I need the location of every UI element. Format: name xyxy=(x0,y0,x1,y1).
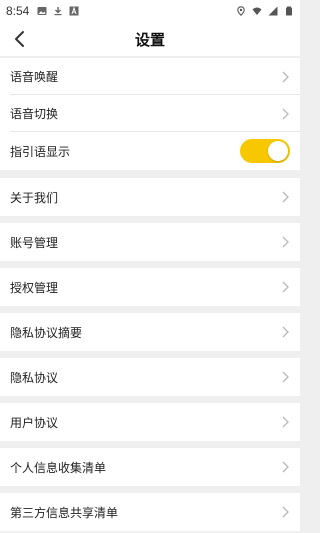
setting-voice-switch[interactable]: 语音切换 xyxy=(0,95,300,132)
setting-label: 隐私协议摘要 xyxy=(10,325,83,340)
image-icon xyxy=(37,7,47,15)
setting-label: 语音唤醒 xyxy=(10,70,59,84)
download-icon xyxy=(54,7,62,16)
setting-label: 指引语显示 xyxy=(10,144,71,159)
setting-label: 用户协议 xyxy=(10,415,59,430)
setting-authorization[interactable]: 授权管理 xyxy=(0,268,300,306)
setting-voice-wake[interactable]: 语音唤醒 xyxy=(0,58,300,95)
chevron-left-icon xyxy=(15,31,24,47)
a-badge-icon xyxy=(69,6,79,16)
status-bar: 8:54 xyxy=(0,0,300,22)
setting-account[interactable]: 账号管理 xyxy=(0,223,300,261)
toggle-knob xyxy=(268,141,288,161)
setting-label: 授权管理 xyxy=(10,280,59,295)
setting-label: 账号管理 xyxy=(10,235,59,250)
chevron-right-icon xyxy=(280,460,290,474)
chevron-right-icon xyxy=(280,70,290,84)
chevron-right-icon xyxy=(280,190,290,204)
setting-about[interactable]: 关于我们 xyxy=(0,178,300,216)
setting-label: 隐私协议 xyxy=(10,370,59,385)
setting-label: 关于我们 xyxy=(10,190,59,205)
back-button[interactable] xyxy=(8,27,32,51)
setting-third-party-list[interactable]: 第三方信息共享清单 xyxy=(0,493,300,531)
chevron-right-icon xyxy=(280,280,290,294)
signal-icon xyxy=(268,6,278,16)
chevron-right-icon xyxy=(280,235,290,249)
setting-guide-display: 指引语显示 xyxy=(0,132,300,170)
status-time: 8:54 xyxy=(6,4,30,18)
location-icon xyxy=(237,6,245,16)
wifi-icon xyxy=(252,7,262,15)
setting-label: 第三方信息共享清单 xyxy=(10,505,119,520)
setting-personal-info-list[interactable]: 个人信息收集清单 xyxy=(0,448,300,486)
setting-privacy[interactable]: 隐私协议 xyxy=(0,358,300,396)
chevron-right-icon xyxy=(280,370,290,384)
chevron-right-icon xyxy=(280,505,290,519)
battery-icon xyxy=(286,6,292,16)
chevron-right-icon xyxy=(280,107,290,121)
setting-label: 语音切换 xyxy=(10,107,59,121)
page-title: 设置 xyxy=(134,30,165,49)
setting-label: 个人信息收集清单 xyxy=(10,460,107,475)
chevron-right-icon xyxy=(280,325,290,339)
setting-privacy-summary[interactable]: 隐私协议摘要 xyxy=(0,313,300,351)
setting-user-agreement[interactable]: 用户协议 xyxy=(0,403,300,441)
chevron-right-icon xyxy=(280,415,290,429)
page-header: 设置 xyxy=(0,22,300,56)
guide-display-toggle[interactable] xyxy=(240,139,290,163)
